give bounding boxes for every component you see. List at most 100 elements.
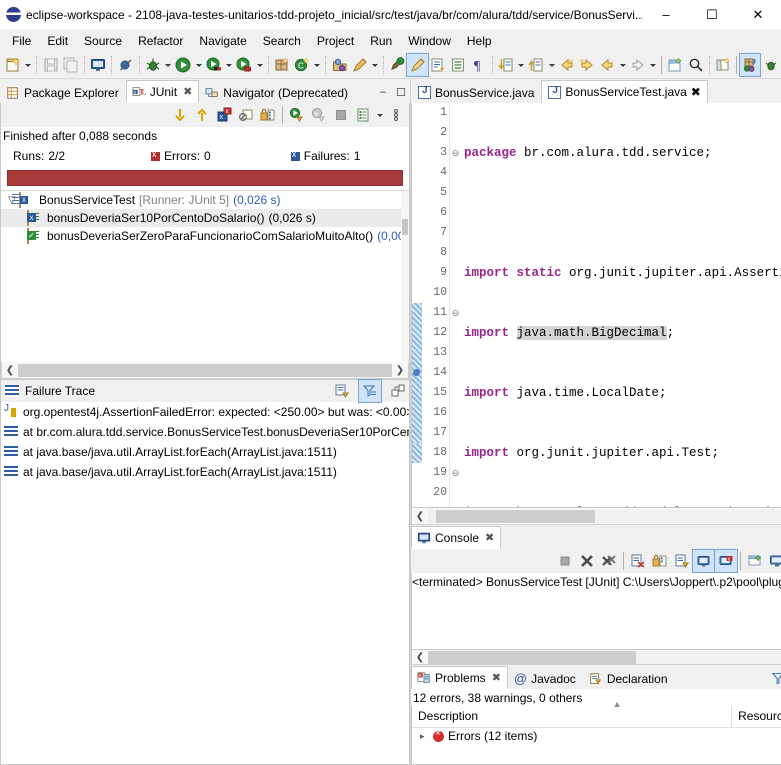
debug-perspective-icon[interactable] [760, 54, 780, 76]
pilcrow-icon[interactable]: ¶ [468, 54, 488, 76]
new-java-class-dropdown-icon[interactable] [312, 54, 322, 76]
menu-navigate[interactable]: Navigate [191, 31, 254, 51]
close-icon[interactable]: ✖ [492, 671, 501, 684]
show-console-on-output-icon[interactable] [692, 549, 717, 573]
tab-bonusservice-java[interactable]: BonusService.java [411, 81, 541, 103]
forward-dropdown-icon[interactable] [648, 54, 658, 76]
next-annotation-icon[interactable] [496, 54, 516, 76]
menu-run[interactable]: Run [362, 31, 400, 51]
coverage-icon[interactable] [204, 54, 224, 76]
compare-result-icon[interactable] [387, 380, 409, 402]
new-java-package-icon[interactable] [272, 54, 292, 76]
console-output[interactable]: <terminated> BonusServiceTest [JUnit] C:… [411, 573, 781, 650]
close-icon[interactable]: ✖ [485, 531, 494, 544]
next-failure-icon[interactable] [169, 104, 191, 126]
menu-help[interactable]: Help [459, 31, 500, 51]
search-icon[interactable] [686, 54, 706, 76]
toggle-mark-occurrences-icon[interactable] [387, 54, 407, 76]
scroll-lock-icon[interactable] [257, 104, 279, 126]
back-navigation-icon[interactable] [597, 54, 617, 76]
junit-test-tree[interactable]: ▽ x BonusServiceTest [Runner: JUnit 5] (… [1, 190, 409, 362]
fold-marker[interactable]: ⊖ [450, 463, 461, 483]
skip-breakpoints-icon[interactable] [115, 54, 135, 76]
menu-refactor[interactable]: Refactor [130, 31, 191, 51]
show-ignored-icon[interactable] [235, 104, 257, 126]
previous-failure-icon[interactable] [191, 104, 213, 126]
junit-tree-scrollbar[interactable] [401, 191, 409, 362]
tab-navigator[interactable]: Navigator (Deprecated) [199, 81, 355, 103]
rerun-test-icon[interactable] [286, 104, 308, 126]
list-item[interactable]: at java.base/java.util.ArrayList.forEach… [1, 462, 409, 482]
forward-navigation-icon[interactable] [628, 54, 648, 76]
column-header-resource[interactable]: Resource [732, 706, 781, 727]
debug-dropdown-icon[interactable] [163, 54, 173, 76]
word-wrap-icon[interactable] [671, 550, 693, 572]
open-task-icon[interactable] [329, 54, 349, 76]
show-failures-only-icon[interactable]: x x [213, 104, 235, 126]
rerun-failed-icon[interactable]: x [308, 104, 330, 126]
display-selected-console-icon[interactable] [766, 550, 781, 572]
open-perspective-icon[interactable] [713, 54, 733, 76]
scroll-left-icon[interactable]: ❮ [2, 365, 18, 376]
menu-file[interactable]: File [4, 31, 39, 51]
run-last-tool-icon[interactable] [234, 54, 254, 76]
scroll-right-icon[interactable]: ❯ [392, 365, 408, 376]
new-java-project-icon[interactable] [665, 54, 685, 76]
show-whitespace-icon[interactable] [428, 54, 448, 76]
menu-search[interactable]: Search [255, 31, 309, 51]
maximize-view-icon[interactable]: ☐ [392, 81, 410, 103]
open-console-icon[interactable] [88, 54, 108, 76]
tab-declaration[interactable]: Declaration [583, 667, 675, 689]
scroll-left-icon[interactable]: ❮ [412, 652, 428, 663]
column-header-description[interactable]: Description [412, 706, 733, 727]
close-icon[interactable]: ✖ [183, 85, 192, 98]
scroll-left-icon[interactable]: ❮ [412, 511, 428, 522]
debug-icon[interactable] [143, 54, 163, 76]
tree-row[interactable]: ✓ bonusDeveriaSerZeroParaFuncionarioComS… [1, 227, 409, 245]
next-annotation-dropdown-icon[interactable] [516, 54, 526, 76]
filter-icon[interactable] [769, 667, 781, 689]
tab-console[interactable]: Console ✖ [411, 526, 502, 549]
tab-junit[interactable]: x T U JUnit ✖ [125, 80, 200, 103]
menu-edit[interactable]: Edit [39, 31, 76, 51]
close-icon[interactable]: ✖ [691, 85, 701, 99]
java-perspective-icon[interactable] [739, 53, 762, 77]
console-horizontal-scrollbar[interactable]: ❮ ❯ [411, 650, 781, 665]
list-item[interactable]: org.opentest4j.AssertionFailedError: exp… [1, 402, 409, 422]
menu-project[interactable]: Project [309, 31, 362, 51]
editor-annotation-bar[interactable] [412, 103, 422, 507]
editor-horizontal-scrollbar[interactable]: ❮ ❯ [411, 508, 781, 525]
close-button[interactable]: ✕ [735, 0, 781, 30]
minimize-button[interactable]: – [643, 0, 689, 30]
show-console-on-error-icon[interactable]: x [714, 549, 739, 573]
toggle-word-wrap-icon[interactable] [448, 54, 468, 76]
run-dropdown-icon[interactable] [194, 54, 204, 76]
minimize-view-icon[interactable]: – [374, 81, 392, 103]
tab-javadoc[interactable]: @ Javadoc [508, 667, 583, 689]
terminate-icon[interactable] [554, 550, 576, 572]
sash-handle-icon[interactable]: ▲ [613, 699, 622, 709]
chevron-right-icon[interactable]: ▸ [420, 731, 429, 742]
copy-trace-icon[interactable] [331, 380, 353, 402]
save-all-icon[interactable] [61, 54, 81, 76]
pen-dropdown-icon[interactable] [370, 54, 380, 76]
pen-icon[interactable] [350, 54, 370, 76]
coverage-dropdown-icon[interactable] [224, 54, 234, 76]
scroll-lock-icon[interactable] [649, 550, 671, 572]
tree-row[interactable]: x bonusDeveriaSer10PorCentoDoSalario() (… [1, 209, 409, 227]
toggle-block-selection-icon[interactable] [406, 53, 429, 77]
fold-marker[interactable]: ⊖ [450, 143, 461, 163]
tab-bonusservicetest-java[interactable]: BonusServiceTest.java ✖ [541, 80, 708, 103]
tab-package-explorer[interactable]: Package Explorer [0, 81, 126, 103]
test-history-dropdown-icon[interactable] [374, 104, 385, 126]
list-item[interactable]: at br.com.alura.tdd.service.BonusService… [1, 422, 409, 442]
menu-source[interactable]: Source [76, 31, 130, 51]
next-edit-location-icon[interactable] [577, 54, 597, 76]
save-icon[interactable] [40, 54, 60, 76]
new-wizard-dropdown-icon[interactable] [23, 54, 33, 76]
maximize-button[interactable]: ☐ [689, 0, 735, 30]
editor-code-text[interactable]: package br.com.alura.tdd.service; import… [461, 103, 781, 507]
tab-problems[interactable]: x Problems ✖ [411, 666, 508, 689]
new-wizard-icon[interactable] [3, 54, 23, 76]
clear-console-icon[interactable] [627, 550, 649, 572]
